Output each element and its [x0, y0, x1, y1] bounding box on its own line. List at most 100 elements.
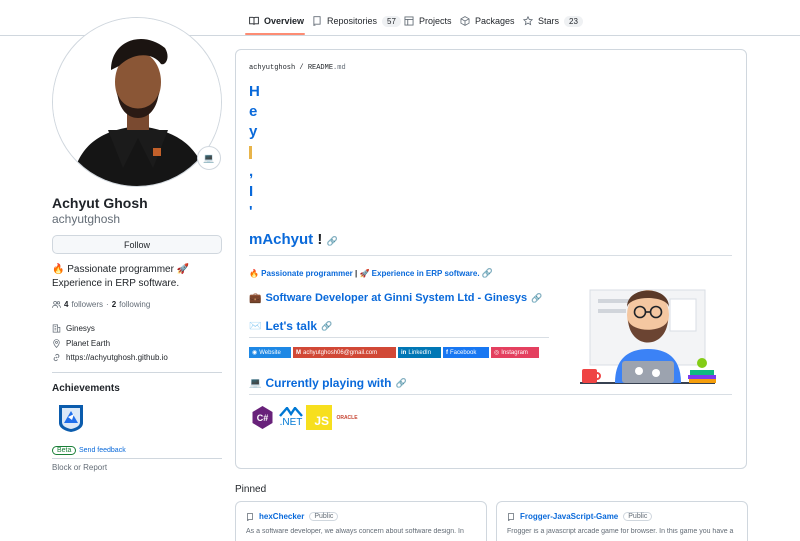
bio-line: Experience in ERP software.	[52, 278, 180, 289]
tab-overview[interactable]: Overview	[249, 10, 304, 32]
pinned-repo-link[interactable]: hexChecker	[259, 512, 304, 521]
repo-icon	[313, 16, 321, 26]
pinned-repo-title: hexChecker Public	[246, 512, 339, 521]
website-link[interactable]: https://achyutghosh.github.io	[66, 353, 168, 362]
package-icon	[460, 16, 470, 26]
greeting-letter: H	[249, 83, 260, 100]
send-feedback-link[interactable]: Send feedback	[79, 447, 126, 454]
website-badge[interactable]: ◉ Website	[249, 347, 291, 358]
tab-packages[interactable]: Packages	[460, 10, 515, 32]
envelope-icon: ✉️	[249, 320, 262, 332]
linkedin-badge[interactable]: in LinkedIn	[398, 347, 441, 358]
followers-label[interactable]: followers	[71, 300, 103, 309]
heading-anchor-icon[interactable]: 🔗	[395, 378, 406, 389]
briefcase-icon: 💼	[249, 292, 262, 304]
profile-full-name: Achyut Ghosh	[52, 195, 148, 211]
tech-label: .NET	[279, 417, 303, 428]
tab-projects[interactable]: Projects	[404, 10, 452, 32]
followers-count[interactable]: 4	[64, 300, 68, 309]
star-icon	[523, 16, 533, 26]
email-badge[interactable]: Machyutghosh06@gmail.com	[293, 347, 396, 358]
active-tab-indicator	[245, 33, 305, 35]
profile-website[interactable]: https://achyutghosh.github.io	[52, 353, 168, 362]
tech-label: ORACLE	[336, 414, 358, 421]
tech-label: C#	[257, 413, 269, 423]
badge-label: LinkedIn	[408, 349, 432, 356]
playing-heading: 💻 Currently playing with 🔗	[249, 376, 407, 390]
tab-label: Overview	[264, 16, 305, 26]
talk-heading: ✉️ Let's talk 🔗	[249, 319, 332, 333]
company-name: Ginesys	[66, 324, 95, 333]
exclamation: !	[317, 231, 323, 248]
repo-icon	[247, 512, 253, 521]
intro-links: 🔥 Passionate programmer | 🚀 Experience i…	[249, 268, 493, 279]
name-text: Achyut	[262, 231, 314, 248]
dot-separator: ·	[106, 300, 109, 309]
badge-label: achyutghosh06@gmail.com	[303, 349, 378, 356]
talk-text: Let's talk	[265, 319, 317, 333]
intro-separator: |	[355, 269, 358, 278]
visibility-badge: Public	[309, 512, 339, 521]
tab-stars[interactable]: Stars 23	[523, 10, 583, 32]
greeting-letter: e	[249, 103, 258, 120]
tab-label: Stars	[538, 16, 560, 26]
bio-line: 🔥 Passionate programmer 🚀	[52, 264, 190, 275]
follow-stats: 4 followers · 2 following	[52, 300, 150, 309]
tab-repositories[interactable]: Repositories 57	[312, 10, 401, 32]
location-icon	[53, 339, 60, 348]
following-count[interactable]: 2	[112, 300, 116, 309]
sidebar-divider	[52, 372, 222, 373]
pinned-heading: Pinned	[235, 484, 267, 495]
visibility-badge: Public	[623, 512, 653, 521]
facebook-icon: f	[446, 349, 448, 356]
readme-breadcrumb: achyutghosh / README.md	[249, 64, 346, 72]
achievements-heading[interactable]: Achievements	[52, 383, 120, 394]
stars-counter: 23	[564, 15, 583, 27]
breadcrumb-separator: /	[299, 64, 304, 72]
job-text: Software Developer at Ginni System Ltd -…	[265, 292, 528, 304]
breadcrumb-file[interactable]: README	[308, 64, 333, 72]
readme-name-heading: mAchyut ! 🔗	[249, 231, 338, 248]
wave-emoji-icon	[249, 142, 263, 162]
instagram-badge[interactable]: ◎ Instagram	[491, 347, 539, 358]
beta-badge: Beta	[52, 446, 77, 455]
status-badge[interactable]: 💻	[197, 146, 221, 170]
link-anchor-icon[interactable]: 🔗	[482, 268, 493, 278]
badge-label: Instagram	[501, 349, 528, 356]
link-icon	[53, 353, 60, 362]
heading-anchor-icon[interactable]: 🔗	[321, 321, 332, 332]
avatar[interactable]	[52, 17, 222, 187]
intro-link-passionate[interactable]: 🔥 Passionate programmer	[249, 269, 353, 278]
breadcrumb-user[interactable]: achyutghosh	[249, 64, 295, 72]
developer-illustration	[580, 289, 716, 384]
profile-username: achyutghosh	[52, 212, 121, 226]
tech-label: JS	[314, 414, 329, 428]
linkedin-icon: in	[401, 349, 407, 356]
facebook-badge[interactable]: f Facebook	[443, 347, 489, 358]
organization-icon	[52, 324, 61, 333]
heading-anchor-icon[interactable]: 🔗	[531, 293, 542, 304]
people-icon	[52, 300, 61, 308]
block-or-report-link[interactable]: Block or Report	[52, 463, 107, 472]
book-icon	[249, 16, 259, 25]
follow-button[interactable]: Follow	[52, 235, 222, 254]
globe-icon: ◉	[252, 350, 258, 356]
badge-label: Facebook	[450, 349, 477, 356]
heading-divider	[249, 255, 732, 256]
dotnet-logo-icon: .NET	[278, 405, 304, 430]
greeting-letter: ,	[249, 163, 254, 180]
following-label[interactable]: following	[119, 300, 150, 309]
pinned-repo-link[interactable]: Frogger-JavaScript-Game	[520, 512, 618, 521]
playing-text: Currently playing with	[265, 376, 392, 390]
readme-greeting-heading: H e y , I '	[249, 82, 263, 222]
tab-label: Repositories	[327, 16, 378, 26]
intro-link-erp[interactable]: 🚀 Experience in ERP software.	[360, 269, 480, 278]
heading-anchor-icon[interactable]: 🔗	[327, 236, 338, 246]
oracle-logo-icon: ORACLE	[333, 405, 361, 430]
job-heading: 💼 Software Developer at Ginni System Ltd…	[249, 292, 542, 304]
csharp-logo-icon: C#	[250, 405, 275, 430]
greeting-letter: '	[249, 203, 253, 220]
tab-label: Projects	[419, 16, 452, 26]
pinned-repo-card	[496, 501, 748, 541]
achievement-badge-icon[interactable]	[57, 403, 85, 433]
